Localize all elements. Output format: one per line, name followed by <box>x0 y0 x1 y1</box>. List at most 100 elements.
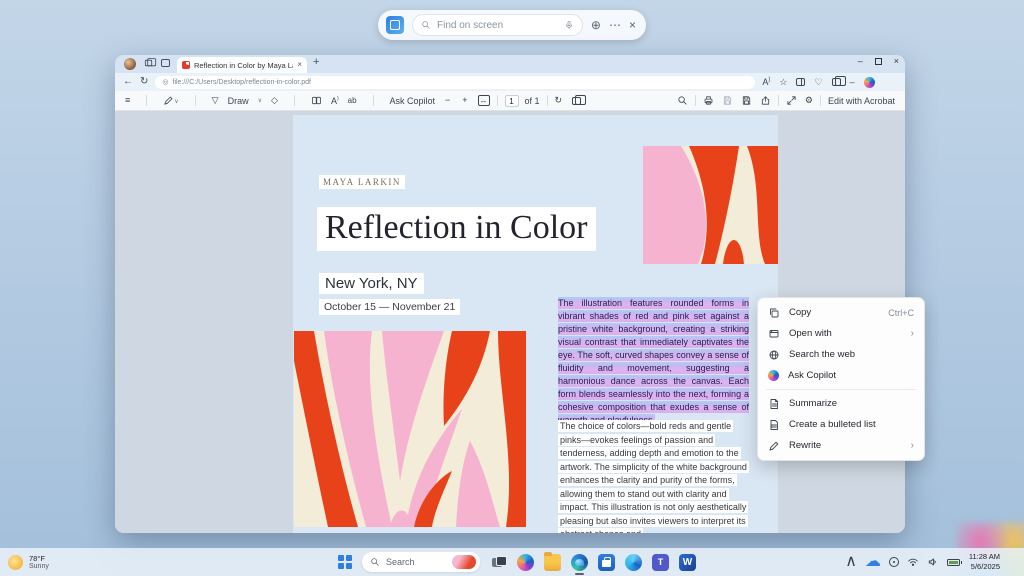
onedrive-cloud-icon[interactable]: ☁ <box>865 554 881 570</box>
window-close-icon[interactable]: × <box>894 56 899 66</box>
bulleted-list-icon <box>768 419 780 431</box>
fullscreen-icon[interactable] <box>786 95 797 106</box>
refresh-icon[interactable]: ↻ <box>140 77 148 87</box>
sun-icon <box>8 555 23 570</box>
summarize-icon <box>768 398 780 410</box>
weather-widget[interactable]: 78°F Sunny <box>8 554 49 570</box>
screen-search-app-icon <box>386 16 404 34</box>
selected-paragraph[interactable]: The illustration features rounded forms … <box>558 297 749 427</box>
zoom-in-icon[interactable]: + <box>462 96 467 105</box>
read-aloud-icon[interactable]: A) <box>762 77 770 87</box>
word-app-icon[interactable]: W <box>679 554 696 571</box>
share-icon[interactable] <box>760 95 771 106</box>
artwork-image-bottom <box>294 331 526 527</box>
pdf-favicon <box>182 61 190 69</box>
taskbar-search-placeholder: Search <box>386 557 415 567</box>
microsoft-365-icon[interactable] <box>625 554 642 571</box>
menu-item-summarize[interactable]: Summarize <box>758 393 924 414</box>
more-options-icon[interactable]: ⋯ <box>609 19 621 31</box>
taskbar: 78°F Sunny Search T W ∧ ☁ <box>0 548 1024 576</box>
doc-title: Reflection in Color <box>317 207 596 251</box>
task-view-button[interactable] <box>490 554 507 571</box>
page-number-input[interactable]: 1 <box>505 95 519 107</box>
submenu-chevron-icon: › <box>911 328 914 339</box>
minimize-icon[interactable]: – <box>858 56 863 66</box>
page-count-label: of 1 <box>525 96 540 106</box>
doc-location: New York, NY <box>319 273 424 294</box>
url-field[interactable]: ◎ file:///C:/Users/Desktop/reflection-in… <box>155 76 755 89</box>
search-highlight-image <box>452 555 476 569</box>
menu-item-copy[interactable]: Copy Ctrl+C <box>758 302 924 323</box>
tab-close-icon[interactable]: × <box>297 61 302 69</box>
edit-with-acrobat-button[interactable]: Edit with Acrobat <box>828 96 895 106</box>
teams-app-icon[interactable]: T <box>652 554 669 571</box>
search-document-icon[interactable] <box>677 95 688 106</box>
doc-dates: October 15 — November 21 <box>319 299 460 315</box>
rewrite-icon <box>768 440 780 452</box>
copilot-icon <box>768 370 779 381</box>
maximize-icon[interactable] <box>875 58 882 65</box>
extensions-icon[interactable]: – <box>850 78 855 87</box>
menu-item-ask-copilot[interactable]: Ask Copilot <box>758 365 924 386</box>
taskbar-search[interactable]: Search <box>362 552 480 572</box>
split-screen-icon[interactable] <box>796 78 805 86</box>
workspaces-icon[interactable] <box>144 59 153 69</box>
browser-tab[interactable]: Reflection in Color by Maya Lark × <box>177 57 307 73</box>
microsoft-store-icon[interactable] <box>598 554 615 571</box>
back-icon[interactable]: ← <box>123 77 133 87</box>
tab-actions-icon[interactable] <box>161 59 170 69</box>
battery-icon[interactable] <box>947 559 960 566</box>
table-of-contents-icon[interactable]: ≡ <box>125 96 130 105</box>
text-find-icon[interactable]: ab <box>348 96 357 105</box>
zoom-out-icon[interactable]: − <box>445 96 450 105</box>
volume-icon[interactable] <box>927 556 939 568</box>
search-icon <box>370 557 380 567</box>
save-icon <box>722 95 733 106</box>
draw-tool-label[interactable]: Draw <box>228 96 249 106</box>
collections-icon[interactable] <box>832 78 841 86</box>
find-on-screen-widget: Find on screen ⊕ ⋯ × <box>378 10 646 40</box>
draw-dropdown-icon[interactable]: ∨ <box>258 97 262 104</box>
doc-author: MAYA LARKIN <box>319 175 405 189</box>
microphone-icon[interactable] <box>564 20 574 30</box>
page-layout-icon[interactable] <box>572 97 581 105</box>
start-button[interactable] <box>338 555 352 569</box>
new-tab-icon[interactable]: + <box>313 57 319 68</box>
eraser-icon[interactable]: ◇ <box>271 96 278 105</box>
url-text: file:///C:/Users/Desktop/reflection-in-c… <box>173 79 312 86</box>
menu-item-rewrite[interactable]: Rewrite › <box>758 435 924 456</box>
edge-app-icon[interactable] <box>571 554 588 571</box>
security-tray-icon[interactable] <box>889 557 899 567</box>
draw-nib-icon[interactable]: ▽ <box>212 96 219 105</box>
menu-item-create-bulleted-list[interactable]: Create a bulleted list <box>758 414 924 435</box>
copilot-profile-icon[interactable] <box>864 77 875 88</box>
profile-avatar[interactable] <box>124 58 136 70</box>
wifi-icon[interactable] <box>907 556 919 568</box>
collections-heart-icon[interactable]: ♡ <box>814 78 822 87</box>
active-app-indicator <box>575 573 584 575</box>
menu-item-search-the-web[interactable]: Search the web <box>758 344 924 365</box>
print-icon[interactable] <box>703 95 714 106</box>
find-on-screen-input[interactable]: Find on screen <box>412 14 583 36</box>
edge-browser-window: Reflection in Color by Maya Lark × + – ×… <box>115 55 905 533</box>
menu-item-open-with[interactable]: Open with › <box>758 323 924 344</box>
file-explorer-icon[interactable] <box>544 554 561 571</box>
artwork-image-top <box>643 146 778 264</box>
fit-to-width-icon[interactable]: ↔ <box>478 95 490 106</box>
page-info-icon[interactable]: ◎ <box>162 79 168 86</box>
page-view-icon[interactable] <box>311 95 322 106</box>
favorites-star-icon[interactable]: ☆ <box>779 78 787 87</box>
close-icon[interactable]: × <box>629 19 636 31</box>
address-bar: ← ↻ ◎ file:///C:/Users/Desktop/reflectio… <box>115 73 905 91</box>
taskbar-clock[interactable]: 11:28 AM 5/6/2025 <box>969 552 1000 572</box>
tray-chevron-icon[interactable]: ∧ <box>845 554 857 570</box>
rotate-icon[interactable]: ↻ <box>555 96 563 105</box>
save-as-icon[interactable] <box>741 95 752 106</box>
highlight-tool-icon[interactable]: ∨ <box>163 95 178 106</box>
copilot-app-icon[interactable] <box>517 554 534 571</box>
visual-search-icon[interactable]: ⊕ <box>591 19 601 31</box>
clock-date: 5/6/2025 <box>969 562 1000 572</box>
pdf-settings-icon[interactable]: ⚙ <box>805 96 813 105</box>
read-aloud-toolbar-icon[interactable]: A) <box>331 96 339 106</box>
ask-copilot-button[interactable]: Ask Copilot <box>390 96 436 106</box>
